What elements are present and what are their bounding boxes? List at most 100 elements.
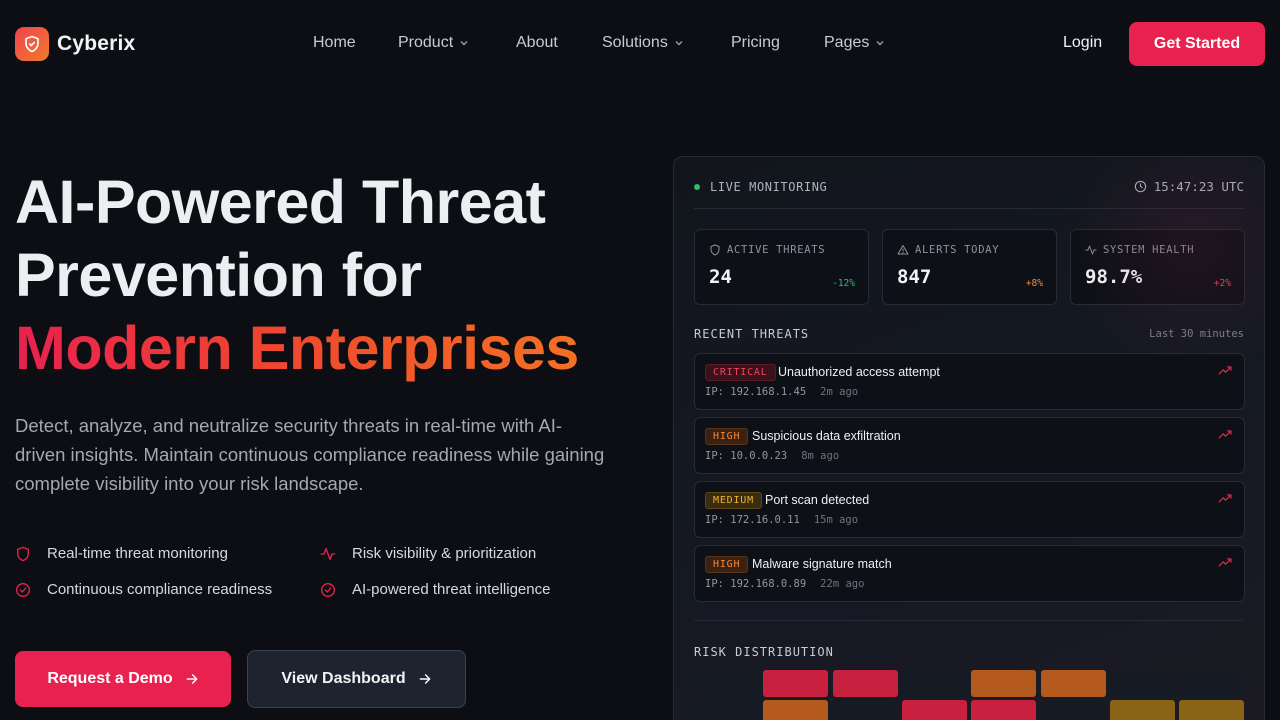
hero-title: AI-Powered Threat Prevention for Modern … [15,166,655,385]
stat-value: 847 [897,266,932,288]
severity-badge: HIGH [705,556,749,573]
heatmap-cell-none[interactable] [1040,700,1106,720]
stat-label: ALERTS TODAY [897,244,999,256]
trending-up-icon [1218,430,1232,439]
severity-badge: HIGH [705,428,749,445]
shield-icon [17,546,29,561]
nav-link-label: Home [313,34,356,51]
heatmap-cell-high[interactable] [1040,670,1106,697]
nav-link-solutions[interactable]: Solutions [602,34,684,52]
threat-row[interactable]: HIGH Malware signature match IP: 192.168… [694,545,1245,602]
stat-delta: -12% [832,278,855,289]
heatmap-cell-critical[interactable] [971,700,1037,720]
heatmap-cell-medium[interactable] [1179,700,1245,720]
threat-ip: IP: 192.168.1.45 [705,386,807,398]
heatmap-cell-none[interactable] [1179,670,1245,697]
heatmap-cell-none[interactable] [694,700,759,720]
stat-label: ACTIVE THREATS [709,244,825,256]
hero-title-line-1: AI-Powered Threat [15,168,546,236]
feature-label: Real-time threat monitoring [47,545,228,562]
feature-label: AI-powered threat intelligence [352,581,551,598]
hero-title-highlight: Modern Enterprises [15,312,655,385]
recent-threats-heading: RECENT THREATS [694,327,810,341]
threat-ip: IP: 172.16.0.11 [705,514,800,526]
heatmap-cell-critical[interactable] [832,670,898,697]
check-circle-icon [321,582,335,597]
feature-item: Real-time threat monitoring [15,545,228,562]
recent-threats-timeframe: Last 30 minutes [1149,328,1244,340]
stat-card-alerts-today[interactable]: ALERTS TODAY 847 +8% [882,229,1057,305]
nav-link-label: About [516,34,558,51]
trending-up-icon [1218,366,1232,375]
stat-value: 24 [709,266,732,288]
threat-row[interactable]: MEDIUM Port scan detected IP: 172.16.0.1… [694,481,1245,538]
clock-time: 15:47:23 UTC [1153,179,1244,194]
nav-link-about[interactable]: About [516,34,558,52]
stat-delta: +8% [1025,278,1043,289]
nav-link-label: Product [398,34,454,51]
heatmap-cell-medium[interactable] [1109,700,1175,720]
shield-icon [710,244,720,256]
nav-link-pricing[interactable]: Pricing [731,34,780,52]
heatmap-cell-high[interactable] [763,700,829,720]
heatmap-cell-none[interactable] [832,700,898,720]
divider [694,208,1244,209]
threat-row[interactable]: HIGH Suspicious data exfiltration IP: 10… [694,417,1245,474]
stat-label-text: ACTIVE THREATS [727,244,826,256]
feature-label: Continuous compliance readiness [47,581,273,598]
heatmap-cell-none[interactable] [1109,670,1175,697]
live-status: LIVE MONITORING [694,180,827,194]
divider [694,620,1244,621]
severity-badge: CRITICAL [705,364,776,381]
threat-title: Suspicious data exfiltration [752,429,901,443]
activity-icon [320,547,336,560]
threat-meta: IP: 192.168.0.89 22m ago [705,578,864,590]
heatmap-cell-critical[interactable] [763,670,829,697]
nav-link-label: Solutions [602,34,668,51]
nav-link-label: Pricing [731,34,780,51]
severity-badge: MEDIUM [705,492,762,509]
threat-ip: IP: 10.0.0.23 [705,450,788,462]
activity-icon [1085,245,1097,255]
stat-delta: +2% [1213,278,1231,289]
nav-link-home[interactable]: Home [313,34,356,52]
view-dashboard-button[interactable]: View Dashboard [247,650,466,708]
heatmap-cell-high[interactable] [971,670,1037,697]
live-status-label: LIVE MONITORING [710,180,828,194]
feature-item: AI-powered threat intelligence [320,581,550,598]
stat-value: 98.7% [1085,266,1143,288]
threat-time-ago: 2m ago [820,386,859,398]
feature-label: Risk visibility & prioritization [352,545,537,562]
risk-distribution-heading: RISK DISTRIBUTION [694,645,834,659]
stat-label-text: ALERTS TODAY [915,244,1000,256]
nav-link-product[interactable]: Product [398,34,469,52]
threat-meta: IP: 172.16.0.11 15m ago [705,514,858,526]
threat-title: Unauthorized access attempt [778,365,940,379]
nav-link-pages[interactable]: Pages [824,34,885,52]
hero-title-line-2: Prevention for [15,241,422,309]
threat-title: Malware signature match [752,557,892,571]
trending-up-icon [1218,494,1232,503]
get-started-button[interactable]: Get Started [1129,22,1265,66]
threat-ip: IP: 192.168.0.89 [705,578,807,590]
heatmap-cell-none[interactable] [901,670,967,697]
arrow-right-icon [186,674,198,684]
stat-card-system-health[interactable]: SYSTEM HEALTH 98.7% +2% [1070,229,1245,305]
heatmap-cell-none[interactable] [694,670,759,697]
chevron-down-icon [460,41,468,46]
request-demo-button[interactable]: Request a Demo [15,651,231,707]
button-label: Request a Demo [47,670,173,687]
login-link[interactable]: Login [1063,34,1102,52]
threat-row[interactable]: CRITICAL Unauthorized access attempt IP:… [694,353,1245,410]
heatmap-cell-critical[interactable] [901,700,967,720]
feature-item: Risk visibility & prioritization [320,545,536,562]
threat-time-ago: 15m ago [813,514,859,526]
monitoring-dashboard: LIVE MONITORING 15:47:23 UTC ACTIVE THRE… [673,156,1265,720]
clock: 15:47:23 UTC [1134,179,1244,194]
threat-title: Port scan detected [765,493,870,507]
threat-time-ago: 8m ago [801,450,840,462]
nav-link-label: Pages [824,34,870,51]
live-indicator-dot [694,184,700,190]
stat-card-active-threats[interactable]: ACTIVE THREATS 24 -12% [694,229,869,305]
alert-triangle-icon [897,245,909,255]
